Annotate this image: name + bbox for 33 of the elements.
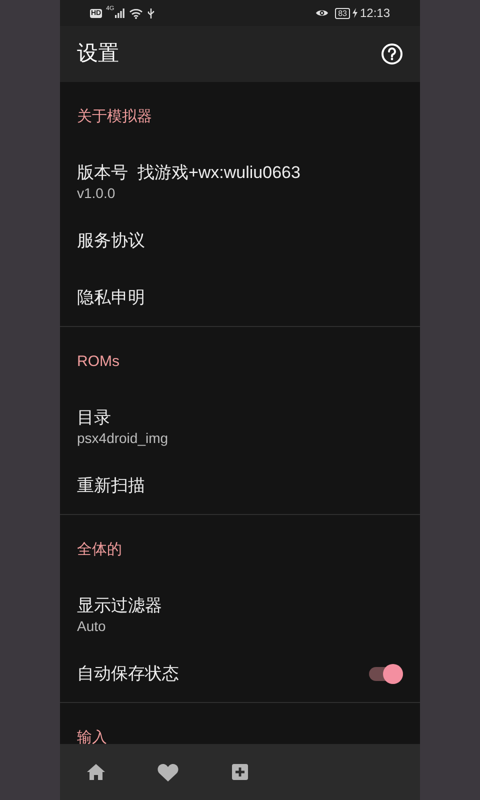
- usb-icon: [147, 8, 156, 18]
- settings-item[interactable]: 重新扫描: [60, 457, 420, 514]
- settings-item[interactable]: 服务协议: [60, 212, 420, 269]
- help-icon[interactable]: [381, 43, 403, 65]
- settings-item[interactable]: 隐私申明: [60, 269, 420, 326]
- item-subtitle: Auto: [77, 617, 107, 635]
- plus-icon[interactable]: [232, 764, 248, 780]
- section-header: 输入: [77, 728, 107, 748]
- settings-item[interactable]: 自动保存状态: [60, 645, 420, 702]
- item-title: 重新扫描: [77, 474, 146, 496]
- item-subtitle: psx4droid_img: [77, 429, 170, 447]
- settings-item[interactable]: 显示过滤器 Auto: [60, 585, 420, 645]
- wifi-icon: [129, 8, 144, 18]
- clock: 12:13: [360, 5, 390, 22]
- screen-title: 设置: [77, 41, 119, 68]
- section-header: ROMs: [77, 352, 120, 372]
- heart-icon[interactable]: [157, 762, 179, 782]
- settings-item[interactable]: 目录 psx4droid_img: [60, 397, 420, 457]
- battery-level: 83: [335, 8, 350, 18]
- toggle-switch[interactable]: [369, 662, 403, 684]
- item-title: 自动保存状态: [77, 662, 180, 684]
- section-header: 关于模拟器: [77, 106, 152, 127]
- settings-item[interactable]: 版本号 找游戏+wx:wuliu0663 v1.0.0: [60, 152, 420, 212]
- item-title: 隐私申明: [77, 286, 146, 308]
- item-title: 版本号 找游戏+wx:wuliu0663: [77, 162, 302, 184]
- home-icon[interactable]: [86, 763, 106, 781]
- item-subtitle: v1.0.0: [77, 184, 116, 202]
- eye-icon: [315, 8, 330, 18]
- item-title: 显示过滤器: [77, 595, 163, 617]
- signal-icon: [115, 8, 126, 18]
- item-title: 服务协议: [77, 230, 146, 252]
- section-header: 全体的: [77, 540, 122, 560]
- item-title: 目录: [77, 407, 112, 429]
